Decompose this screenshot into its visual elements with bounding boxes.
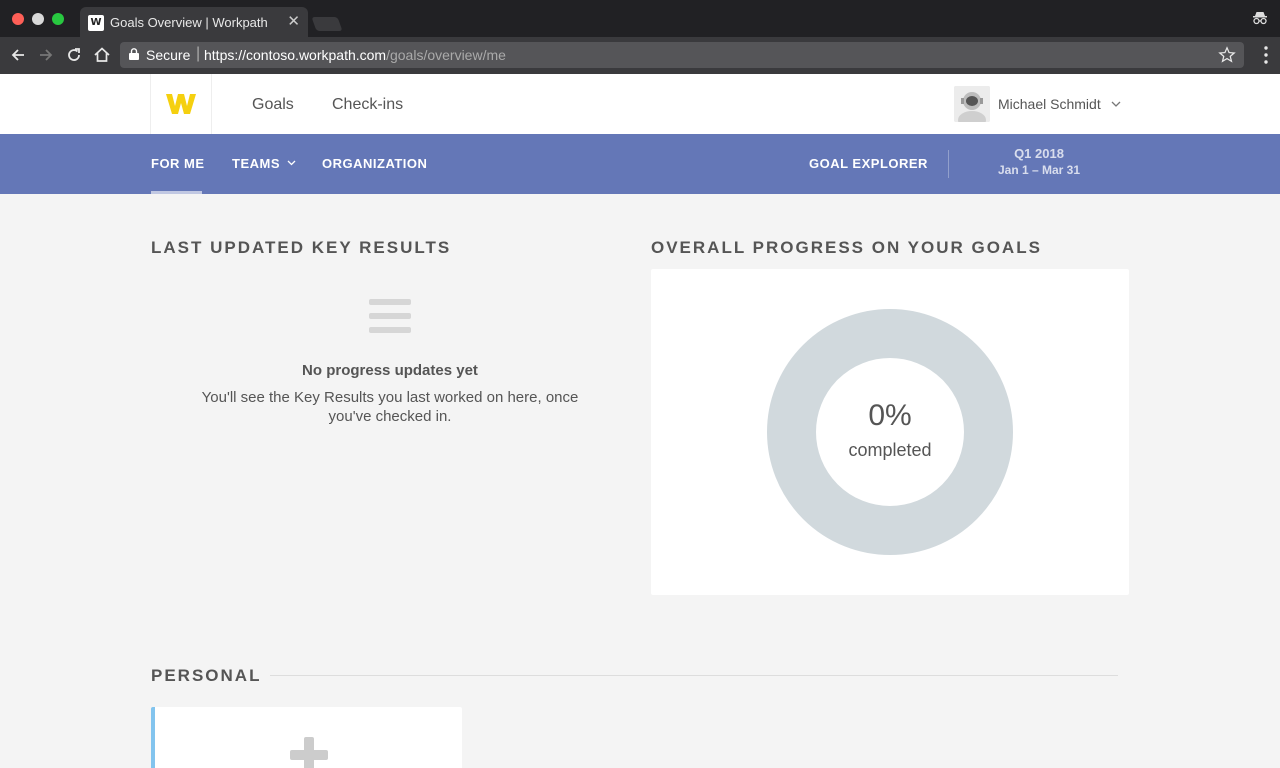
progress-card: 0% completed: [651, 269, 1129, 595]
period-selector[interactable]: Q1 2018 Jan 1 – Mar 31: [980, 146, 1098, 177]
browser-tabstrip: W Goals Overview | Workpath ✕: [0, 0, 1280, 37]
url-host: https://contoso.workpath.com: [204, 47, 387, 63]
browser-menu-icon[interactable]: [1264, 46, 1268, 64]
astronaut-avatar-icon: [954, 86, 990, 122]
user-name: Michael Schmidt: [998, 96, 1101, 112]
tab-title: Goals Overview | Workpath: [110, 15, 268, 30]
maximize-window-button[interactable]: [52, 13, 64, 25]
close-window-button[interactable]: [12, 13, 24, 25]
user-menu[interactable]: Michael Schmidt: [954, 86, 1121, 122]
url-separator: |: [196, 45, 201, 62]
minimize-window-button[interactable]: [32, 13, 44, 25]
url-text: https://contoso.workpath.com/goals/overv…: [204, 47, 506, 63]
lock-icon: [129, 48, 139, 60]
tab-teams-label: TEAMS: [232, 156, 280, 171]
close-tab-icon[interactable]: ✕: [287, 12, 300, 30]
workpath-favicon-icon: W: [88, 15, 104, 31]
app-header: Goals Check-ins Michael Schmidt: [0, 74, 1280, 134]
plus-icon: [290, 737, 328, 768]
nav-goals[interactable]: Goals: [252, 96, 294, 114]
add-goal-card[interactable]: [151, 707, 462, 768]
back-icon[interactable]: [8, 45, 28, 65]
browser-toolbar: Secure | https://contoso.workpath.com/go…: [0, 37, 1280, 74]
overall-progress-title: OVERALL PROGRESS ON YOUR GOALS: [651, 238, 1042, 257]
period-quarter: Q1 2018: [1014, 146, 1064, 161]
new-tab-button[interactable]: [311, 17, 343, 31]
tab-for-me[interactable]: FOR ME: [151, 156, 205, 171]
incognito-icon: [1253, 12, 1267, 25]
url-path: /goals/overview/me: [386, 47, 506, 63]
avatar: [954, 86, 990, 122]
home-icon[interactable]: [92, 45, 112, 65]
section-divider: [270, 675, 1118, 676]
workpath-logo-icon: [166, 94, 196, 114]
personal-title: PERSONAL: [151, 666, 262, 685]
workpath-logo[interactable]: [150, 74, 212, 134]
period-dates: Jan 1 – Mar 31: [997, 163, 1081, 177]
forward-icon[interactable]: [36, 45, 56, 65]
empty-state-text: You'll see the Key Results you last work…: [201, 389, 579, 425]
active-tab-indicator: [151, 191, 202, 194]
list-icon: [369, 299, 411, 335]
last-updated-title: LAST UPDATED KEY RESULTS: [151, 238, 452, 257]
chevron-down-icon: [287, 160, 296, 166]
bookmark-star-icon[interactable]: [1218, 46, 1236, 64]
subnav-divider: [948, 150, 949, 178]
secondary-nav: FOR ME TEAMS ORGANIZATION GOAL EXPLORER …: [0, 134, 1280, 194]
reload-icon[interactable]: [64, 45, 84, 65]
tab-organization[interactable]: ORGANIZATION: [322, 156, 427, 171]
address-bar[interactable]: Secure | https://contoso.workpath.com/go…: [120, 42, 1244, 68]
browser-tab[interactable]: W Goals Overview | Workpath ✕: [80, 7, 308, 37]
nav-check-ins[interactable]: Check-ins: [332, 96, 403, 114]
tab-teams[interactable]: TEAMS: [232, 156, 296, 171]
progress-value: 0%: [868, 399, 912, 432]
empty-state-title: No progress updates yet: [302, 362, 478, 379]
secure-label: Secure: [146, 47, 191, 63]
goal-explorer-link[interactable]: GOAL EXPLORER: [809, 156, 928, 171]
chevron-down-icon: [1111, 101, 1121, 107]
progress-label: completed: [848, 440, 932, 460]
